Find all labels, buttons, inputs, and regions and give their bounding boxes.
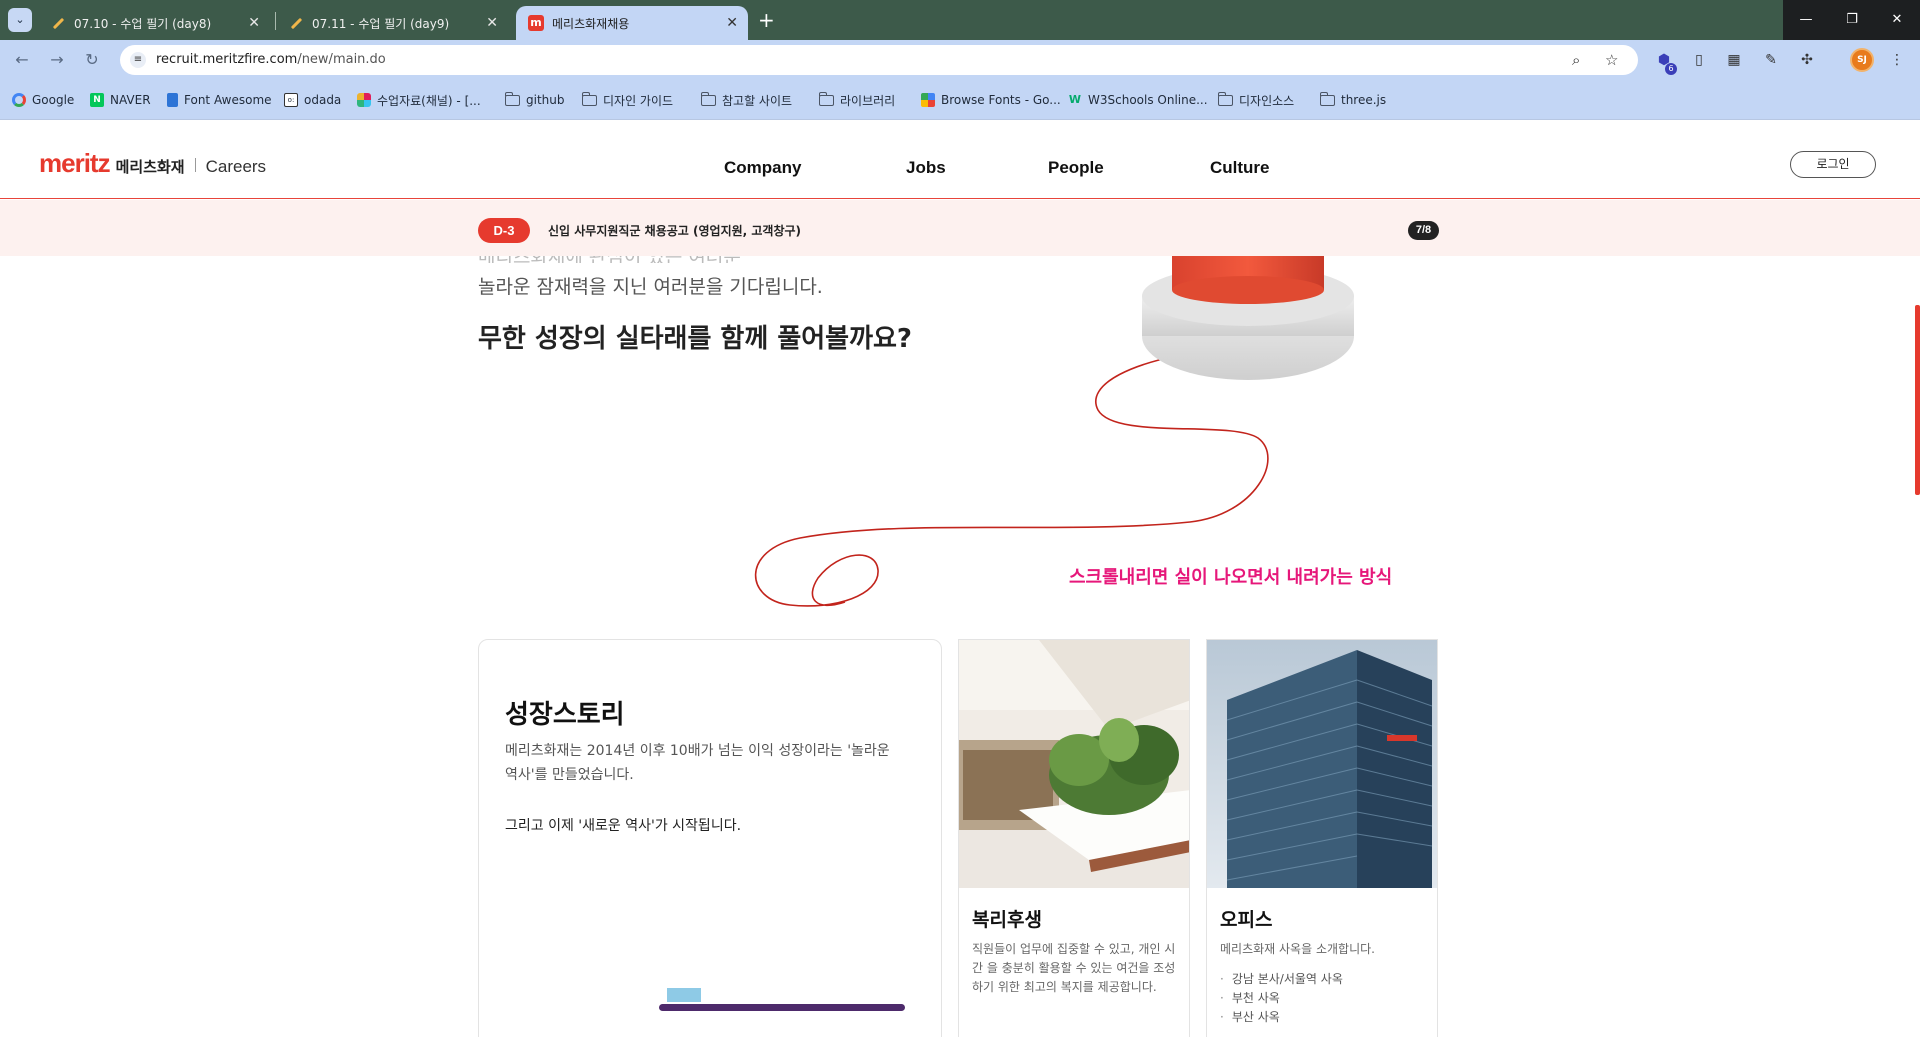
close-icon[interactable]: ✕ bbox=[248, 15, 260, 31]
folder-icon bbox=[818, 91, 834, 106]
list-item: 강남 본사/서울역 사옥 bbox=[1220, 970, 1343, 989]
logo-careers: Careers bbox=[205, 157, 267, 176]
url-text[interactable]: recruit.meritzfire.com/new/main.do bbox=[156, 52, 386, 67]
growth-baseline bbox=[659, 1004, 905, 1011]
odada-icon: o: bbox=[284, 93, 298, 107]
bookmark-threejs[interactable]: three.js bbox=[1319, 91, 1386, 108]
intro-heading: 무한 성장의 실타래를 함께 풀어볼까요? bbox=[478, 324, 913, 354]
pencil-icon bbox=[50, 15, 66, 31]
bookmark-w3schools[interactable]: W W3Schools Online... bbox=[1068, 92, 1208, 108]
growth-story-card[interactable]: 성장스토리 메리츠화재는 2014년 이후 10배가 넘는 이익 성장이라는 '… bbox=[478, 639, 942, 1037]
forward-icon[interactable]: → bbox=[47, 50, 67, 70]
notice-title[interactable]: 신입 사무지원직군 채용공고 (영업지원, 고객창구) bbox=[548, 222, 801, 239]
nav-people[interactable]: People bbox=[1048, 158, 1104, 178]
folder-icon bbox=[1319, 91, 1335, 106]
page-scrollbar[interactable] bbox=[1915, 305, 1920, 495]
slack-icon bbox=[357, 93, 371, 107]
close-window-icon[interactable]: ✕ bbox=[1874, 0, 1920, 40]
card-description: 직원들이 업무에 집중할 수 있고, 개인 시간 을 충분히 활용할 수 있는 … bbox=[972, 942, 1176, 994]
list-item: 부천 사옥 bbox=[1220, 989, 1343, 1008]
folder-icon bbox=[700, 91, 716, 106]
bookmark-font-awesome[interactable]: Font Awesome bbox=[167, 92, 272, 108]
site-header: meritz 메리츠화재 Careers Company Jobs People… bbox=[0, 120, 1920, 199]
reload-icon[interactable]: ↻ bbox=[82, 50, 102, 70]
minimize-icon[interactable]: — bbox=[1783, 0, 1829, 40]
folder-icon bbox=[504, 91, 520, 106]
office-card[interactable]: 오피스 메리츠화재 사옥을 소개합니다. 강남 본사/서울역 사옥 부천 사옥 … bbox=[1206, 639, 1438, 1037]
notice-pager[interactable]: 7/8 bbox=[1408, 221, 1439, 240]
logo-wordmark: meritz bbox=[39, 148, 111, 178]
welfare-photo bbox=[959, 640, 1189, 888]
nav-culture[interactable]: Culture bbox=[1210, 158, 1270, 178]
bookmark-design-sources[interactable]: 디자인소스 bbox=[1217, 91, 1294, 108]
flag-icon bbox=[167, 93, 178, 107]
bookmark-naver[interactable]: N NAVER bbox=[90, 92, 151, 108]
puzzle-icon[interactable]: ✣ bbox=[1798, 51, 1816, 69]
nav-company[interactable]: Company bbox=[724, 158, 801, 178]
welfare-card[interactable]: 복리후생 직원들이 업무에 집중할 수 있고, 개인 시간 을 충분히 활용할 … bbox=[958, 639, 1190, 1037]
site-info-icon[interactable]: ≡ bbox=[130, 52, 146, 68]
extension-badge: 6 bbox=[1665, 63, 1677, 75]
bookmark-slack[interactable]: 수업자료(채널) - [... bbox=[357, 92, 481, 108]
list-item: 부산 사옥 bbox=[1220, 1008, 1343, 1027]
pencil-icon bbox=[288, 15, 304, 31]
growth-bar bbox=[667, 988, 701, 1002]
browser-tab-meritz[interactable]: m 메리츠화재채용 ✕ bbox=[516, 6, 748, 40]
job-notice-bar[interactable]: D-3 신입 사무지원직군 채용공고 (영업지원, 고객창구) 7/8 bbox=[0, 200, 1920, 256]
folder-icon bbox=[581, 91, 597, 106]
bookmark-reference-sites[interactable]: 참고할 사이트 bbox=[700, 91, 792, 108]
extension-icon[interactable]: ▦ bbox=[1725, 51, 1743, 69]
zoom-icon[interactable]: ⌕ bbox=[1572, 51, 1580, 69]
office-location-list: 강남 본사/서울역 사옥 부천 사옥 부산 사옥 bbox=[1220, 970, 1343, 1027]
browser-tab-day8[interactable]: 07.10 - 수업 필기 (day8) ✕ bbox=[38, 6, 270, 40]
w3schools-icon: W bbox=[1068, 93, 1082, 106]
restore-icon[interactable]: ❐ bbox=[1829, 0, 1875, 40]
logo-korean: 메리츠화재 bbox=[115, 158, 185, 176]
card-title: 복리후생 bbox=[972, 909, 1042, 931]
thread-spool-image bbox=[1142, 256, 1354, 380]
bookmark-library[interactable]: 라이브러리 bbox=[818, 91, 895, 108]
profile-avatar[interactable]: SJ bbox=[1850, 48, 1874, 72]
bookmark-odada[interactable]: o: odada bbox=[284, 92, 341, 108]
login-button[interactable]: 로그인 bbox=[1790, 151, 1876, 178]
eyedropper-icon[interactable]: ✎ bbox=[1762, 51, 1780, 69]
meritz-favicon-icon: m bbox=[528, 15, 544, 31]
annotation-caption: 스크롤내리면 실이 나오면서 내려가는 방식 bbox=[1069, 567, 1393, 588]
address-bar[interactable]: ≡ recruit.meritzfire.com/new/main.do ⌕ ☆ bbox=[120, 45, 1638, 75]
back-icon[interactable]: ← bbox=[12, 50, 32, 70]
bookmark-github[interactable]: github bbox=[504, 91, 564, 108]
dday-badge: D-3 bbox=[478, 218, 530, 243]
browser-tab-day9[interactable]: 07.11 - 수업 필기 (day9) ✕ bbox=[276, 6, 508, 40]
new-tab-button[interactable]: + bbox=[758, 8, 775, 32]
tab-search-button[interactable]: ⌄ bbox=[8, 8, 32, 32]
card-description: 메리츠화재 사옥을 소개합니다. bbox=[1220, 942, 1375, 956]
tab-title: 07.11 - 수업 필기 (day9) bbox=[312, 16, 450, 31]
extension-icon[interactable]: ▯ bbox=[1690, 51, 1708, 69]
menu-icon[interactable]: ⋮ bbox=[1888, 51, 1906, 69]
growth-graphic bbox=[659, 988, 905, 1011]
close-icon[interactable]: ✕ bbox=[726, 15, 738, 31]
bookmark-google[interactable]: Google bbox=[12, 92, 74, 108]
nav-jobs[interactable]: Jobs bbox=[906, 158, 946, 178]
naver-icon: N bbox=[90, 93, 104, 107]
google-fonts-icon bbox=[921, 93, 935, 107]
logo-divider bbox=[194, 158, 196, 172]
bookmarks-bar: Google N NAVER Font Awesome o: odada 수업자료(… bbox=[0, 80, 1920, 120]
folder-icon bbox=[1217, 91, 1233, 106]
tab-title: 07.10 - 수업 필기 (day8) bbox=[74, 16, 212, 31]
bookmark-google-fonts[interactable]: Browse Fonts - Go... bbox=[921, 92, 1061, 108]
bookmark-star-icon[interactable]: ☆ bbox=[1605, 51, 1618, 69]
meritz-logo[interactable]: meritz 메리츠화재 Careers bbox=[39, 148, 266, 179]
google-icon bbox=[12, 93, 26, 107]
office-photo bbox=[1207, 640, 1437, 888]
intro-text: 놀라운 잠재력을 지닌 여러분을 기다립니다. bbox=[478, 276, 823, 298]
browser-toolbar: ← → ↻ ≡ recruit.meritzfire.com/new/main.… bbox=[0, 40, 1920, 80]
close-icon[interactable]: ✕ bbox=[486, 15, 498, 31]
card-title: 오피스 bbox=[1220, 909, 1273, 931]
page-viewport: 메리츠화재에 관심이 있는 여러분 놀라운 잠재력을 지닌 여러분을 기다립니다… bbox=[0, 120, 1920, 1037]
bookmark-design-guide[interactable]: 디자인 가이드 bbox=[581, 91, 673, 108]
tab-title: 메리츠화재채용 bbox=[552, 16, 630, 31]
browser-tab-strip: ⌄ 07.10 - 수업 필기 (day8) ✕ 07.11 - 수업 필기 (… bbox=[0, 0, 1920, 40]
